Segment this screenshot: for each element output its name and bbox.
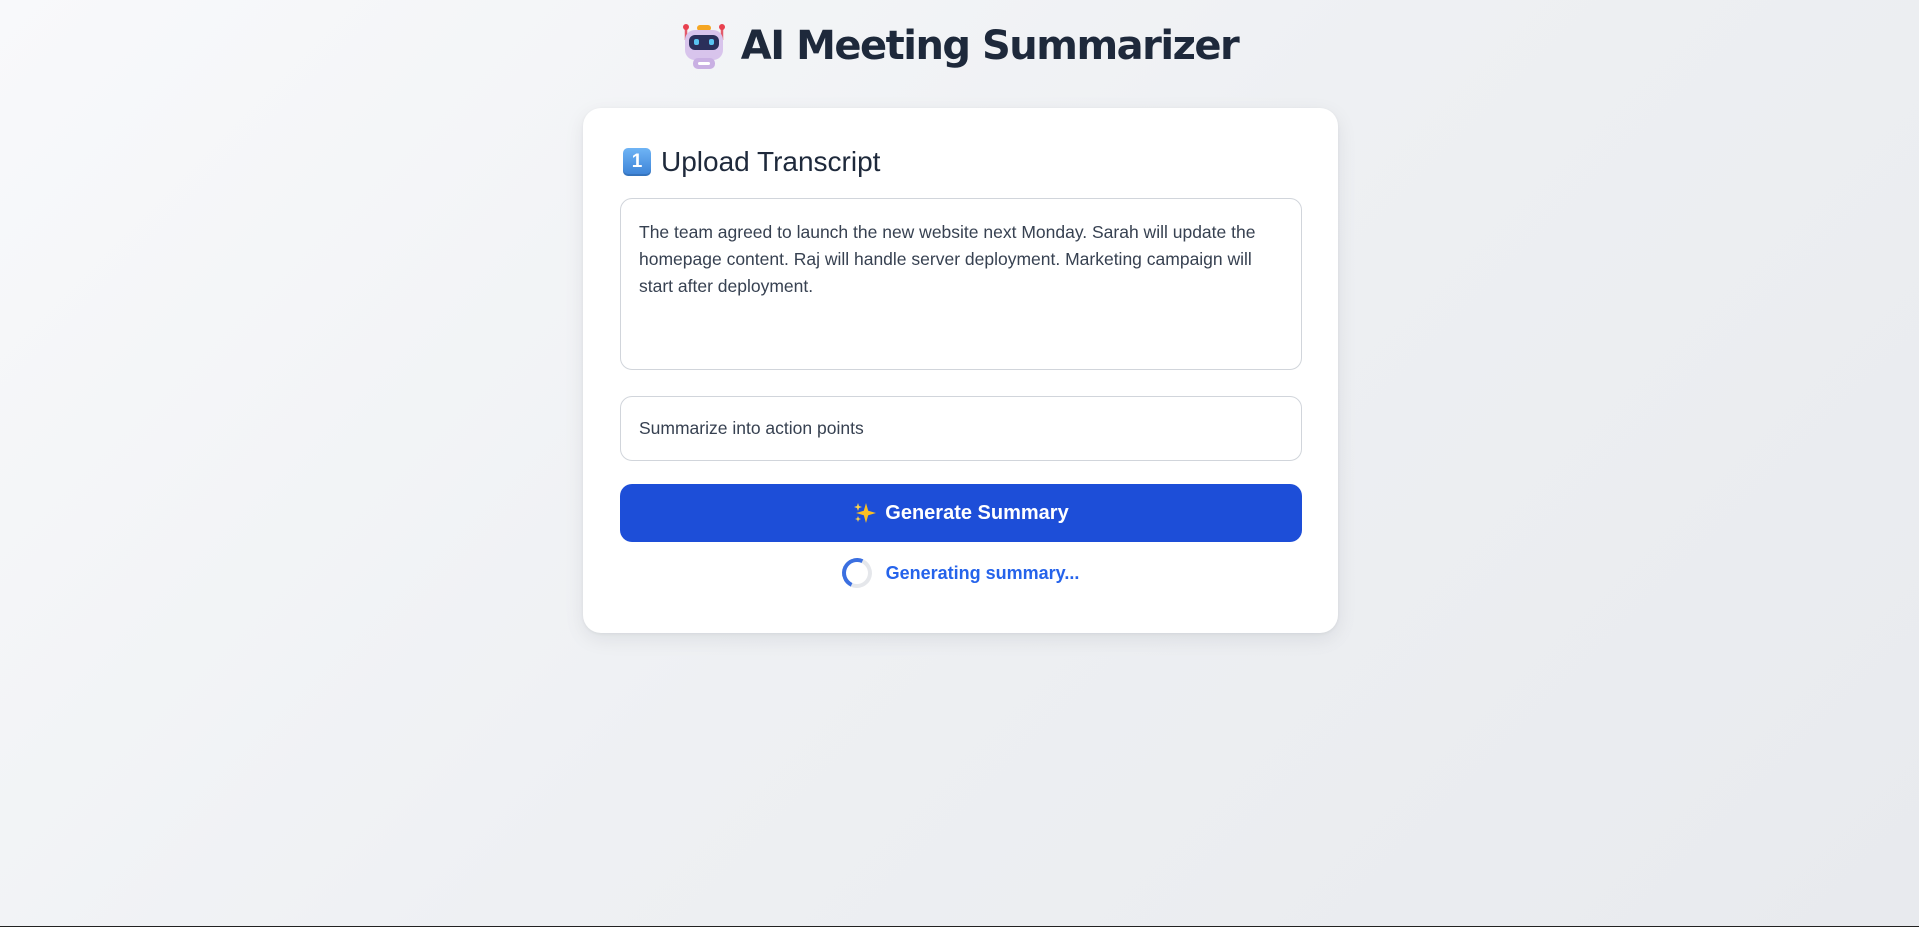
robot-icon — [681, 22, 727, 70]
generate-summary-button[interactable]: Generate Summary — [620, 484, 1302, 542]
prompt-input[interactable] — [620, 396, 1302, 461]
app-title: AI Meeting Summarizer — [740, 23, 1240, 69]
status-row: Generating summary... — [583, 553, 1338, 593]
upload-card: 1 Upload Transcript The team agreed to l… — [583, 108, 1338, 633]
keycap-1-icon: 1 — [623, 148, 651, 176]
spinner-icon — [837, 553, 876, 593]
transcript-textarea[interactable]: The team agreed to launch the new websit… — [620, 198, 1302, 370]
section-heading: 1 Upload Transcript — [623, 146, 880, 178]
section-title: Upload Transcript — [661, 146, 881, 177]
app-header: AI Meeting Summarizer — [0, 22, 1919, 70]
status-text: Generating summary... — [885, 562, 1080, 583]
sparkles-icon — [853, 501, 877, 525]
generate-summary-label: Generate Summary — [885, 501, 1069, 524]
